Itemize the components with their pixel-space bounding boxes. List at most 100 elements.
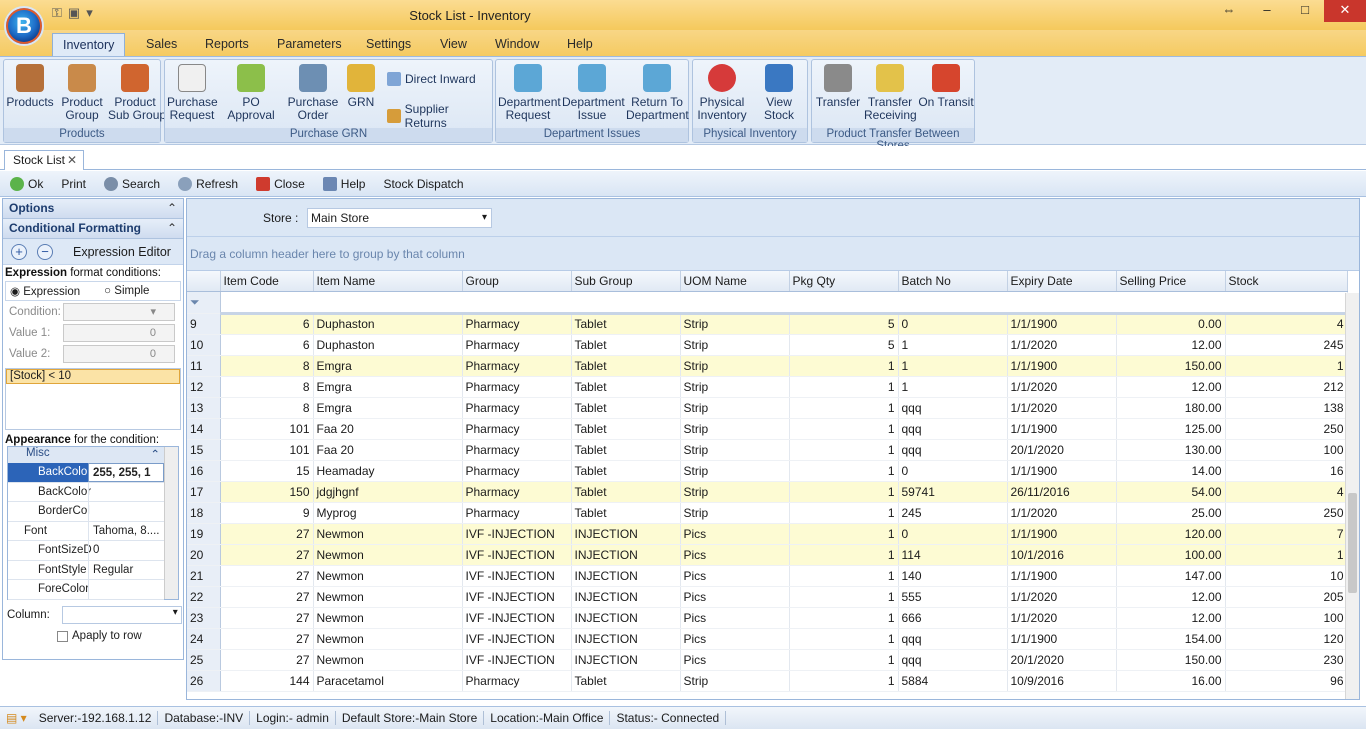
column-header[interactable]: Pkg Qty bbox=[789, 271, 899, 292]
direct-inward-button[interactable]: Direct Inward bbox=[387, 72, 476, 86]
column-header[interactable]: Item Code bbox=[220, 271, 314, 292]
cell-stock[interactable]: 120 bbox=[1225, 628, 1348, 650]
property-row[interactable]: BorderCol bbox=[8, 502, 164, 522]
group-panel[interactable]: Drag a column header here to group by th… bbox=[187, 237, 1359, 271]
condition-list[interactable]: [Stock] < 10 bbox=[5, 368, 181, 430]
cell-code[interactable]: 27 bbox=[220, 649, 314, 671]
cell-price[interactable]: 14.00 bbox=[1116, 460, 1226, 482]
collapse-icon[interactable]: ⌃ bbox=[167, 219, 177, 238]
column-header[interactable]: Expiry Date bbox=[1007, 271, 1117, 292]
transfer-receiving-button[interactable]: Transfer Receiving bbox=[864, 64, 917, 122]
cell-uom[interactable]: Strip bbox=[680, 313, 790, 335]
cell-stock[interactable]: 10 bbox=[1225, 565, 1348, 587]
cell-code[interactable]: 101 bbox=[220, 418, 314, 440]
cell-uom[interactable]: Pics bbox=[680, 607, 790, 629]
cell-price[interactable]: 12.00 bbox=[1116, 376, 1226, 398]
resize-icon[interactable]: ⇔ bbox=[1210, 0, 1248, 22]
table-row[interactable]: 19 27 Newmon IVF -INJECTION INJECTION Pics 1 0 1… bbox=[187, 523, 1348, 545]
cell-group[interactable]: Pharmacy bbox=[462, 439, 572, 461]
cell-batch[interactable]: 5884 bbox=[898, 670, 1008, 692]
property-value[interactable]: Regular bbox=[88, 560, 164, 579]
cell-exp[interactable]: 1/1/1900 bbox=[1007, 523, 1117, 545]
cell-pkg[interactable]: 1 bbox=[789, 439, 899, 461]
cell-group[interactable]: Pharmacy bbox=[462, 376, 572, 398]
cell-group[interactable]: Pharmacy bbox=[462, 418, 572, 440]
table-row[interactable]: 18 9 Myprog Pharmacy Tablet Strip 1 245 1/1/2020… bbox=[187, 502, 1348, 524]
product-subgroup-button[interactable]: Product Sub Group bbox=[108, 64, 166, 122]
cell-uom[interactable]: Strip bbox=[680, 502, 790, 524]
property-row[interactable]: BackColor 255, 255, 1 bbox=[8, 463, 164, 483]
cell-pkg[interactable]: 5 bbox=[789, 313, 899, 335]
grid-scrollbar[interactable] bbox=[1345, 293, 1359, 699]
department-request-button[interactable]: Department Request bbox=[498, 64, 561, 122]
cell-group[interactable]: Pharmacy bbox=[462, 313, 572, 335]
cell-price[interactable]: 180.00 bbox=[1116, 397, 1226, 419]
cell-batch[interactable]: qqq bbox=[898, 649, 1008, 671]
cell-pkg[interactable]: 1 bbox=[789, 502, 899, 524]
cell-uom[interactable]: Pics bbox=[680, 565, 790, 587]
column-header[interactable]: Stock bbox=[1225, 271, 1348, 292]
column-header[interactable]: Item Name bbox=[313, 271, 463, 292]
cell-name[interactable]: Newmon bbox=[313, 649, 463, 671]
cell-name[interactable]: Faa 20 bbox=[313, 439, 463, 461]
table-row[interactable]: 9 6 Duphaston Pharmacy Tablet Strip 5 0 1/1/1900… bbox=[187, 313, 1348, 335]
apply-row-checkbox[interactable] bbox=[57, 630, 68, 642]
cell-name[interactable]: jdgjhgnf bbox=[313, 481, 463, 503]
cell-name[interactable]: Emgra bbox=[313, 376, 463, 398]
minimize-button[interactable]: – bbox=[1248, 0, 1286, 22]
cell-group[interactable]: Pharmacy bbox=[462, 502, 572, 524]
property-value[interactable] bbox=[88, 580, 164, 599]
property-value[interactable] bbox=[88, 502, 164, 521]
cell-stock[interactable]: 100 bbox=[1225, 607, 1348, 629]
cell-group[interactable]: IVF -INJECTION bbox=[462, 607, 572, 629]
property-value[interactable]: Tahoma, 8.... bbox=[88, 521, 164, 540]
cell-group[interactable]: Pharmacy bbox=[462, 481, 572, 503]
collapse-icon[interactable]: ⌃ bbox=[150, 447, 160, 461]
cell-sub[interactable]: INJECTION bbox=[571, 523, 681, 545]
cell-uom[interactable]: Strip bbox=[680, 670, 790, 692]
tab-inventory[interactable]: Inventory bbox=[52, 33, 126, 57]
cell-sub[interactable]: Tablet bbox=[571, 418, 681, 440]
close-button[interactable]: ✕ bbox=[1324, 0, 1366, 22]
column-header[interactable]: Batch No bbox=[898, 271, 1008, 292]
cell-group[interactable]: IVF -INJECTION bbox=[462, 565, 572, 587]
cell-code[interactable]: 8 bbox=[220, 376, 314, 398]
table-row[interactable]: 17 150 jdgjhgnf Pharmacy Tablet Strip 1 59741 26… bbox=[187, 481, 1348, 503]
cell-code[interactable]: 27 bbox=[220, 628, 314, 650]
cell-exp[interactable]: 20/1/2020 bbox=[1007, 649, 1117, 671]
cell-code[interactable]: 27 bbox=[220, 523, 314, 545]
cell-name[interactable]: Newmon bbox=[313, 586, 463, 608]
cell-uom[interactable]: Strip bbox=[680, 418, 790, 440]
cell-name[interactable]: Newmon bbox=[313, 607, 463, 629]
cell-batch[interactable]: 0 bbox=[898, 460, 1008, 482]
value1-input[interactable]: 0 bbox=[63, 324, 175, 342]
expression-editor-button[interactable]: Expression Editor bbox=[73, 245, 171, 259]
cell-group[interactable]: Pharmacy bbox=[462, 460, 572, 482]
stock-dispatch-button[interactable]: Stock Dispatch bbox=[383, 177, 463, 191]
cell-code[interactable]: 27 bbox=[220, 607, 314, 629]
cell-uom[interactable]: Strip bbox=[680, 460, 790, 482]
cell-group[interactable]: Pharmacy bbox=[462, 334, 572, 356]
supplier-returns-button[interactable]: Supplier Returns bbox=[387, 102, 492, 130]
column-header[interactable]: Sub Group bbox=[571, 271, 681, 292]
cell-name[interactable]: Newmon bbox=[313, 523, 463, 545]
cell-exp[interactable]: 20/1/2020 bbox=[1007, 439, 1117, 461]
cell-code[interactable]: 8 bbox=[220, 397, 314, 419]
cell-group[interactable]: IVF -INJECTION bbox=[462, 586, 572, 608]
cell-batch[interactable]: 140 bbox=[898, 565, 1008, 587]
cell-pkg[interactable]: 1 bbox=[789, 418, 899, 440]
cell-price[interactable]: 12.00 bbox=[1116, 334, 1226, 356]
cell-uom[interactable]: Pics bbox=[680, 544, 790, 566]
cell-batch[interactable]: 1 bbox=[898, 334, 1008, 356]
table-row[interactable]: 25 27 Newmon IVF -INJECTION INJECTION Pics 1 qq… bbox=[187, 649, 1348, 671]
cell-sub[interactable]: Tablet bbox=[571, 460, 681, 482]
cell-pkg[interactable]: 1 bbox=[789, 397, 899, 419]
cell-batch[interactable]: 245 bbox=[898, 502, 1008, 524]
close-tab-icon[interactable]: ✕ bbox=[67, 151, 77, 169]
cell-price[interactable]: 54.00 bbox=[1116, 481, 1226, 503]
cell-price[interactable]: 130.00 bbox=[1116, 439, 1226, 461]
cell-batch[interactable]: 555 bbox=[898, 586, 1008, 608]
po-approval-button[interactable]: PO Approval bbox=[219, 64, 283, 122]
cell-code[interactable]: 27 bbox=[220, 586, 314, 608]
cell-pkg[interactable]: 1 bbox=[789, 355, 899, 377]
